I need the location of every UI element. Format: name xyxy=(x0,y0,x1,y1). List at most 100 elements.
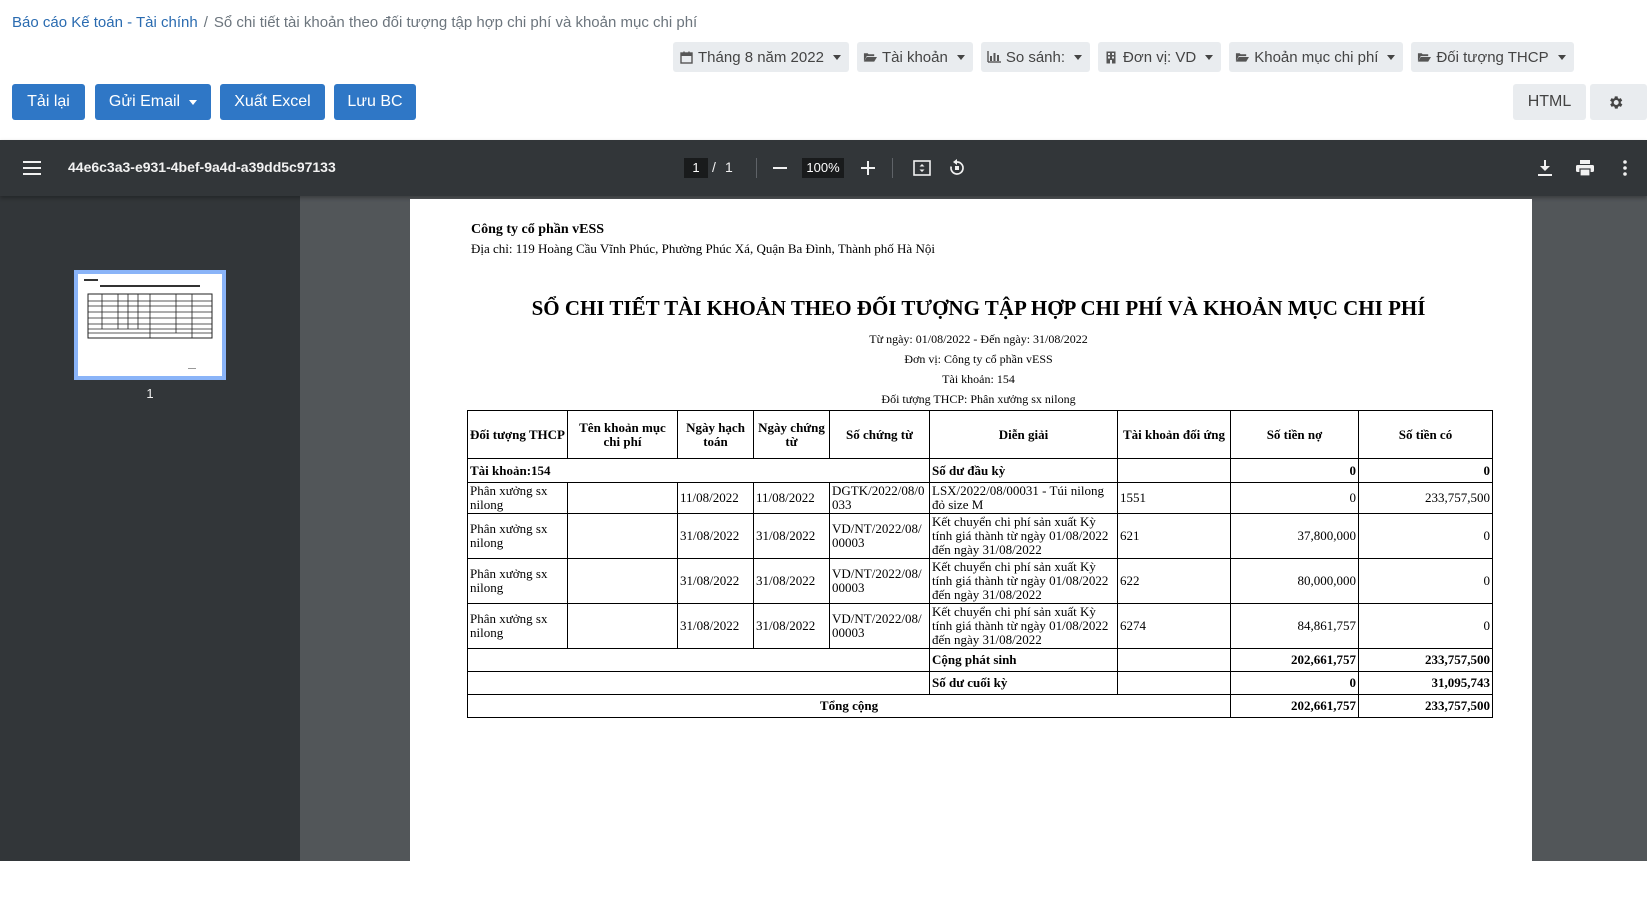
credit-cell: 31,095,743 xyxy=(1358,671,1493,695)
contra-account-cell: 6274 xyxy=(1117,603,1231,649)
debit-cell: 37,800,000 xyxy=(1230,513,1359,559)
object-cell: Phân xưởng sx nilong xyxy=(467,513,568,559)
zoom-level-input[interactable]: 100% xyxy=(802,158,844,178)
credit-cell: 0 xyxy=(1358,458,1493,483)
gear-icon xyxy=(1607,94,1624,111)
description-cell: Kết chuyển chi phí sản xuất Kỳ tính giá … xyxy=(929,558,1118,604)
table-cell xyxy=(1117,458,1231,483)
contra-account-cell: 621 xyxy=(1117,513,1231,559)
unit-dropdown[interactable]: Đơn vị: VD xyxy=(1098,42,1222,72)
table-row: Phân xưởng sx nilong 31/08/2022 31/08/20… xyxy=(467,513,1493,559)
doc-no-cell: VD/NT/2022/08/00003 xyxy=(829,603,930,649)
column-header: Số chứng từ xyxy=(829,410,930,459)
table-cell xyxy=(467,671,930,695)
ledger-table: Đối tượng THCP Tên khoản mục chi phí Ngà… xyxy=(467,410,1493,718)
breadcrumb-separator: / xyxy=(203,14,208,31)
column-header: Ngày hạch toán xyxy=(677,410,754,459)
breadcrumb-link-reports[interactable]: Báo cáo Kế toán - Tài chính xyxy=(12,14,198,31)
column-header: Tên khoản mục chi phí xyxy=(567,410,678,459)
opening-balance-row: Tài khoản:154 Số dư đầu kỳ 0 0 xyxy=(467,458,1493,483)
period-dropdown[interactable]: Tháng 8 năm 2022 xyxy=(673,42,849,72)
debit-cell: 84,861,757 xyxy=(1230,603,1359,649)
folder-open-icon xyxy=(863,51,877,63)
zoom-in-icon[interactable] xyxy=(856,156,880,180)
menu-icon[interactable] xyxy=(20,156,44,180)
chevron-down-icon xyxy=(956,54,965,60)
page-thumbnail[interactable] xyxy=(74,270,226,380)
period-label: Tháng 8 năm 2022 xyxy=(698,48,824,66)
doc-date-cell: 31/08/2022 xyxy=(753,603,830,649)
compare-dropdown[interactable]: So sánh: xyxy=(980,42,1091,72)
cost-item-cell xyxy=(567,513,678,559)
chevron-down-icon xyxy=(832,54,841,60)
account-label: Tài khoản xyxy=(881,48,948,66)
contra-account-cell: 622 xyxy=(1117,558,1231,604)
credit-cell: 0 xyxy=(1358,513,1493,559)
period-total-row: Cộng phát sinh 202,661,757 233,757,500 xyxy=(467,648,1493,672)
reload-button[interactable]: Tải lại xyxy=(12,84,85,120)
cost-object-dropdown[interactable]: Đối tượng THCP xyxy=(1411,42,1574,72)
thumbnail-sidebar: 1 xyxy=(0,196,300,861)
cost-item-cell xyxy=(567,482,678,514)
table-row: Phân xưởng sx nilong 31/08/2022 31/08/20… xyxy=(467,558,1493,604)
debit-cell: 80,000,000 xyxy=(1230,558,1359,604)
debit-cell: 202,661,757 xyxy=(1230,648,1359,672)
page-number-input[interactable]: 1 xyxy=(684,158,708,178)
credit-cell: 233,757,500 xyxy=(1358,482,1493,514)
description-cell: Kết chuyển chi phí sản xuất Kỳ tính giá … xyxy=(929,513,1118,559)
post-date-cell: 31/08/2022 xyxy=(677,558,754,604)
export-excel-button[interactable]: Xuất Excel xyxy=(220,84,325,120)
save-report-button[interactable]: Lưu BC xyxy=(334,84,416,120)
report-unit: Đơn vị: Công ty cổ phần vESS xyxy=(904,352,1053,366)
table-cell xyxy=(467,648,930,672)
doc-no-cell: VD/NT/2022/08/00003 xyxy=(829,558,930,604)
debit-cell: 0 xyxy=(1230,482,1359,514)
toolbar-divider xyxy=(756,158,757,178)
row-label: Số dư đầu kỳ xyxy=(929,458,1118,483)
row-label: Cộng phát sinh xyxy=(929,648,1118,672)
account-dropdown[interactable]: Tài khoản xyxy=(856,42,973,72)
send-email-label: Gửi Email xyxy=(108,93,181,110)
rotate-icon[interactable] xyxy=(945,156,969,180)
row-label: Số dư cuối kỳ xyxy=(929,671,1118,695)
column-header: Số tiền nợ xyxy=(1230,410,1359,459)
account-group-label: Tài khoản:154 xyxy=(467,458,930,483)
report-period: Từ ngày: 01/08/2022 - Đến ngày: 31/08/20… xyxy=(869,332,1088,346)
debit-cell: 0 xyxy=(1230,671,1359,695)
print-icon[interactable] xyxy=(1573,156,1597,180)
chevron-down-icon xyxy=(189,99,198,105)
object-cell: Phân xưởng sx nilong xyxy=(467,558,568,604)
settings-dropdown[interactable] xyxy=(1590,84,1647,120)
object-cell: Phân xưởng sx nilong xyxy=(467,603,568,649)
contra-account-cell: 1551 xyxy=(1117,482,1231,514)
cost-object-label: Đối tượng THCP xyxy=(1436,48,1549,66)
download-icon[interactable] xyxy=(1533,156,1557,180)
row-label: Tổng cộng xyxy=(467,694,1231,718)
report-account: Tài khoản: 154 xyxy=(942,372,1015,386)
filter-bar: Tháng 8 năm 2022 Tài khoản So sánh: Đơn … xyxy=(673,42,1574,72)
column-header: Số tiền có xyxy=(1358,410,1493,459)
folder-open-icon xyxy=(1417,51,1432,63)
cost-item-dropdown[interactable]: Khoản mục chi phí xyxy=(1229,42,1404,72)
credit-cell: 233,757,500 xyxy=(1358,694,1493,718)
column-header: Diễn giải xyxy=(929,410,1118,459)
column-header: Ngày chứng từ xyxy=(753,410,830,459)
building-icon xyxy=(1104,51,1118,64)
pdf-page: Công ty cổ phần vESS Địa chỉ: 119 Hoàng … xyxy=(410,199,1532,899)
cost-item-cell xyxy=(567,558,678,604)
fit-page-icon[interactable] xyxy=(910,156,934,180)
table-cell xyxy=(1117,671,1231,695)
bar-chart-icon xyxy=(987,51,1001,63)
toolbar-divider xyxy=(892,158,893,178)
more-options-icon[interactable] xyxy=(1613,156,1637,180)
zoom-out-icon[interactable] xyxy=(768,156,792,180)
doc-date-cell: 31/08/2022 xyxy=(753,558,830,604)
cost-item-cell xyxy=(567,603,678,649)
page-separator: / xyxy=(712,159,716,175)
html-button[interactable]: HTML xyxy=(1513,84,1586,120)
breadcrumb-current: Sổ chi tiết tài khoản theo đối tượng tập… xyxy=(213,14,698,31)
closing-balance-row: Số dư cuối kỳ 0 31,095,743 xyxy=(467,671,1493,695)
description-cell: LSX/2022/08/00031 - Túi nilong đỏ size M xyxy=(929,482,1118,514)
thumbnail-page-number: 1 xyxy=(146,386,154,401)
send-email-button[interactable]: Gửi Email xyxy=(95,84,211,120)
